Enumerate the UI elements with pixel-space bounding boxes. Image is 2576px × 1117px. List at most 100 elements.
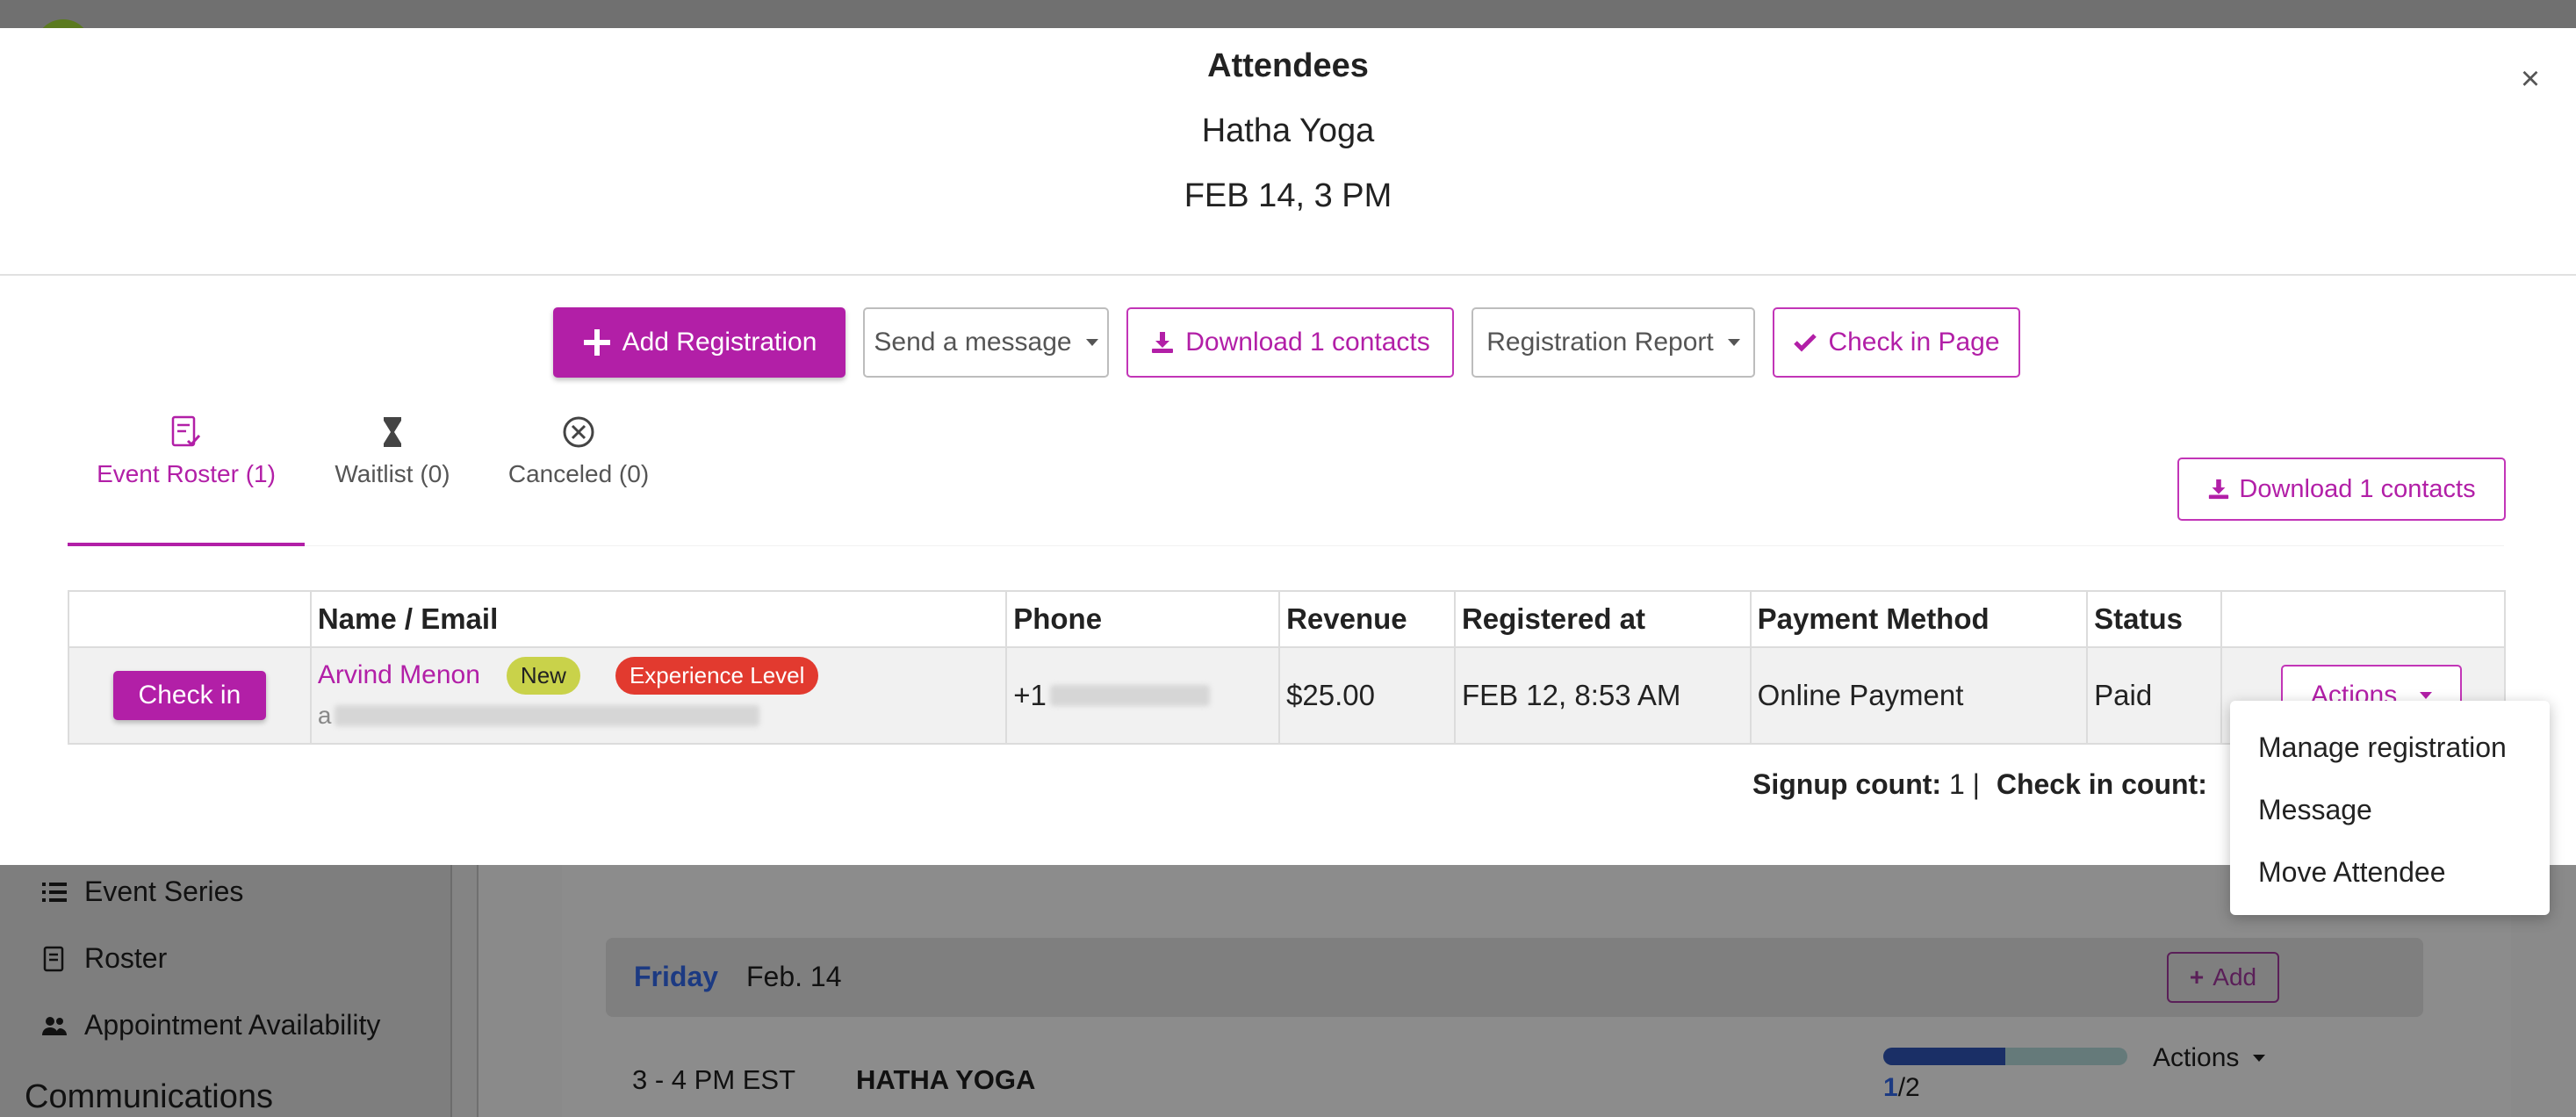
chevron-down-icon (1727, 339, 1740, 346)
tab-label: Event Roster (1) (97, 460, 276, 487)
list-icon (42, 882, 67, 902)
circle-x-icon (563, 416, 594, 448)
plus-icon (583, 329, 610, 356)
download-contacts-secondary-button[interactable]: Download 1 contacts (2177, 458, 2506, 521)
modal-header: Attendees Hatha Yoga FEB 14, 3 PM × (0, 28, 2576, 276)
phone-redacted (1049, 685, 1210, 706)
capacity-progress-bar (1883, 1048, 2127, 1065)
email-visible-prefix: a (317, 701, 332, 729)
new-badge: New (506, 656, 580, 695)
download-icon (1152, 332, 1174, 353)
roster-icon (43, 946, 64, 971)
download-contacts-button[interactable]: Download 1 contacts (1126, 307, 1454, 378)
send-message-dropdown[interactable]: Send a message (863, 307, 1109, 378)
modal-toolbar: Add Registration Send a message Download… (0, 307, 2576, 379)
registration-report-dropdown[interactable]: Registration Report (1471, 307, 1755, 378)
column-header (68, 590, 312, 648)
tab-event-roster[interactable]: Event Roster (1) (96, 414, 277, 488)
chevron-down-icon (2253, 1055, 2266, 1062)
column-header-name-email: Name / Email (309, 590, 1008, 648)
class-time: 3 - 4 PM EST (632, 1064, 796, 1095)
hourglass-icon (384, 417, 401, 447)
active-tab-indicator (68, 543, 305, 546)
checkin-cell: Check in (68, 646, 312, 745)
counts-separator: | (1972, 768, 1980, 800)
column-header-status: Status (2086, 590, 2223, 648)
send-message-label: Send a message (874, 328, 1072, 357)
tab-label: Waitlist (0) (335, 460, 450, 487)
column-header-revenue: Revenue (1278, 590, 1456, 648)
menu-item-move-attendee[interactable]: Move Attendee (2230, 841, 2550, 904)
sidebar-item-appointment-availability[interactable]: Appointment Availability (40, 1009, 380, 1041)
class-actions-label: Actions (2153, 1043, 2240, 1072)
sidebar-item-roster[interactable]: Roster (40, 942, 167, 975)
chevron-down-icon (1085, 339, 1098, 346)
modal-title: Attendees (1207, 47, 1369, 84)
users-icon (42, 1016, 67, 1035)
check-in-page-button[interactable]: Check in Page (1773, 307, 2020, 378)
email-redacted (335, 704, 760, 726)
signup-count-value: 1 (1948, 768, 1965, 800)
phone-cell: +1 (1005, 646, 1281, 745)
phone-visible-prefix: +1 (1013, 679, 1047, 711)
tab-canceled[interactable]: Canceled (0) (504, 414, 653, 488)
download-contacts-label: Download 1 contacts (1185, 328, 1430, 357)
check-icon (1794, 334, 1817, 352)
check-in-button[interactable]: Check in (112, 671, 266, 720)
attendee-name-link[interactable]: Arvind Menon (318, 660, 480, 690)
capacity-filled: 1 (1883, 1073, 1898, 1102)
add-registration-button[interactable]: Add Registration (553, 307, 845, 378)
menu-item-message[interactable]: Message (2230, 779, 2550, 841)
experience-level-badge: Experience Level (615, 656, 819, 695)
class-actions-dropdown[interactable]: Actions (2153, 1043, 2266, 1073)
tab-waitlist[interactable]: Waitlist (0) (322, 414, 463, 488)
sidebar-item-event-series[interactable]: Event Series (40, 876, 243, 908)
table-header-row: Name / Email Phone Revenue Registered at… (68, 590, 2506, 648)
day-date: Feb. 14 (746, 961, 842, 992)
chevron-down-icon (2420, 692, 2433, 699)
capacity-text: 1/2 (1883, 1073, 1920, 1103)
status-cell: Paid (2086, 646, 2223, 745)
download-contacts-secondary-label: Download 1 contacts (2239, 474, 2476, 503)
tab-label: Canceled (0) (507, 460, 650, 487)
column-header (2220, 590, 2506, 648)
add-class-label: Add (2213, 963, 2257, 991)
download-icon (2209, 479, 2229, 500)
capacity-total: /2 (1897, 1073, 1920, 1102)
day-header-row: Friday Feb. 14 + Add (606, 938, 2423, 1017)
sidebar-section-title: Communications (25, 1078, 273, 1115)
table-row: Check in Arvind Menon New Experience Lev… (68, 646, 2506, 745)
signup-count-label: Signup count: (1752, 768, 1942, 800)
add-class-button[interactable]: + Add (2167, 952, 2279, 1003)
sidebar-item-label: Appointment Availability (84, 1009, 381, 1041)
plus-icon: + (2189, 963, 2205, 991)
sidebar-item-label: Event Series (84, 876, 244, 907)
registration-report-label: Registration Report (1486, 328, 1714, 357)
class-title: HATHA YOGA (856, 1064, 1036, 1095)
roster-check-icon (171, 415, 201, 447)
add-registration-label: Add Registration (622, 328, 817, 357)
sidebar-item-label: Roster (84, 942, 168, 974)
check-in-page-label: Check in Page (1828, 328, 2000, 357)
capacity-progress-fill (1883, 1048, 2005, 1065)
background-topbar (0, 0, 2576, 28)
menu-item-manage-registration[interactable]: Manage registration (2230, 717, 2550, 779)
tab-baseline (68, 545, 2504, 546)
column-header-registered-at: Registered at (1453, 590, 1752, 648)
revenue-cell: $25.00 (1278, 646, 1456, 745)
checkin-count-label: Check in count: (1996, 768, 2207, 800)
registered-at-cell: FEB 12, 8:53 AM (1453, 646, 1752, 745)
name-email-cell: Arvind Menon New Experience Level a (309, 646, 1008, 745)
column-header-payment-method: Payment Method (1749, 590, 2089, 648)
roster-table: Name / Email Phone Revenue Registered at… (68, 590, 2506, 745)
close-icon[interactable]: × (2513, 61, 2548, 97)
attendees-modal: Attendees Hatha Yoga FEB 14, 3 PM × Add … (0, 28, 2576, 865)
roster-counts: Signup count: 1 | Check in count: (1752, 768, 2207, 801)
column-header-phone: Phone (1005, 590, 1281, 648)
background-divider-column (452, 865, 479, 1117)
attendee-email: a (318, 702, 999, 730)
payment-method-cell: Online Payment (1749, 646, 2089, 745)
event-date: FEB 14, 3 PM (1184, 177, 1392, 214)
event-name: Hatha Yoga (1201, 112, 1375, 149)
row-actions-menu: Manage registration Message Move Attende… (2230, 701, 2550, 915)
